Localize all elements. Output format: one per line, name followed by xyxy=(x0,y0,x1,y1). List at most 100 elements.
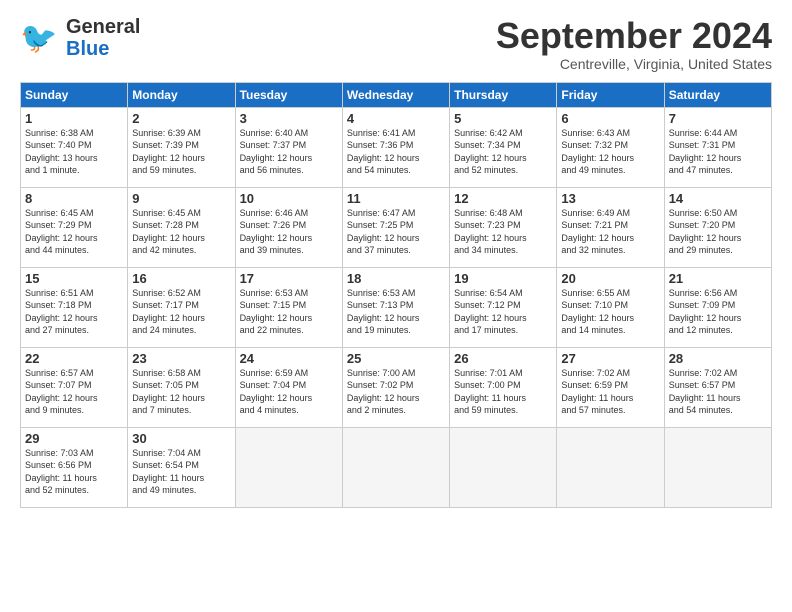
header: 🐦 General Blue September 2024 Centrevill… xyxy=(20,16,772,72)
calendar-cell: 14Sunrise: 6:50 AM Sunset: 7:20 PM Dayli… xyxy=(664,187,771,267)
day-info: Sunrise: 6:43 AM Sunset: 7:32 PM Dayligh… xyxy=(561,127,659,177)
day-number: 24 xyxy=(240,351,338,366)
calendar-cell: 4Sunrise: 6:41 AM Sunset: 7:36 PM Daylig… xyxy=(342,107,449,187)
day-number: 5 xyxy=(454,111,552,126)
day-info: Sunrise: 6:49 AM Sunset: 7:21 PM Dayligh… xyxy=(561,207,659,257)
calendar-cell: 18Sunrise: 6:53 AM Sunset: 7:13 PM Dayli… xyxy=(342,267,449,347)
day-number: 22 xyxy=(25,351,123,366)
logo-general: General xyxy=(66,16,140,38)
col-header-tuesday: Tuesday xyxy=(235,82,342,107)
day-number: 6 xyxy=(561,111,659,126)
calendar-cell: 16Sunrise: 6:52 AM Sunset: 7:17 PM Dayli… xyxy=(128,267,235,347)
day-number: 27 xyxy=(561,351,659,366)
day-number: 8 xyxy=(25,191,123,206)
calendar-cell: 19Sunrise: 6:54 AM Sunset: 7:12 PM Dayli… xyxy=(450,267,557,347)
week-row-2: 15Sunrise: 6:51 AM Sunset: 7:18 PM Dayli… xyxy=(21,267,772,347)
day-number: 11 xyxy=(347,191,445,206)
day-info: Sunrise: 7:02 AM Sunset: 6:59 PM Dayligh… xyxy=(561,367,659,417)
day-info: Sunrise: 6:53 AM Sunset: 7:15 PM Dayligh… xyxy=(240,287,338,337)
calendar-cell: 24Sunrise: 6:59 AM Sunset: 7:04 PM Dayli… xyxy=(235,347,342,427)
calendar-cell: 27Sunrise: 7:02 AM Sunset: 6:59 PM Dayli… xyxy=(557,347,664,427)
calendar-cell xyxy=(557,427,664,507)
day-info: Sunrise: 7:01 AM Sunset: 7:00 PM Dayligh… xyxy=(454,367,552,417)
calendar-cell xyxy=(664,427,771,507)
day-number: 26 xyxy=(454,351,552,366)
day-number: 19 xyxy=(454,271,552,286)
day-info: Sunrise: 6:50 AM Sunset: 7:20 PM Dayligh… xyxy=(669,207,767,257)
day-info: Sunrise: 6:47 AM Sunset: 7:25 PM Dayligh… xyxy=(347,207,445,257)
calendar-cell: 1Sunrise: 6:38 AM Sunset: 7:40 PM Daylig… xyxy=(21,107,128,187)
page-container: 🐦 General Blue September 2024 Centrevill… xyxy=(0,0,792,518)
day-number: 9 xyxy=(132,191,230,206)
day-info: Sunrise: 6:44 AM Sunset: 7:31 PM Dayligh… xyxy=(669,127,767,177)
calendar-cell: 8Sunrise: 6:45 AM Sunset: 7:29 PM Daylig… xyxy=(21,187,128,267)
day-info: Sunrise: 6:42 AM Sunset: 7:34 PM Dayligh… xyxy=(454,127,552,177)
logo-icon: 🐦 xyxy=(20,16,64,60)
day-number: 25 xyxy=(347,351,445,366)
day-number: 29 xyxy=(25,431,123,446)
day-number: 2 xyxy=(132,111,230,126)
day-info: Sunrise: 6:51 AM Sunset: 7:18 PM Dayligh… xyxy=(25,287,123,337)
calendar-cell: 6Sunrise: 6:43 AM Sunset: 7:32 PM Daylig… xyxy=(557,107,664,187)
day-info: Sunrise: 6:58 AM Sunset: 7:05 PM Dayligh… xyxy=(132,367,230,417)
col-header-sunday: Sunday xyxy=(21,82,128,107)
day-info: Sunrise: 6:55 AM Sunset: 7:10 PM Dayligh… xyxy=(561,287,659,337)
calendar-cell: 30Sunrise: 7:04 AM Sunset: 6:54 PM Dayli… xyxy=(128,427,235,507)
week-row-4: 29Sunrise: 7:03 AM Sunset: 6:56 PM Dayli… xyxy=(21,427,772,507)
day-number: 10 xyxy=(240,191,338,206)
calendar-cell: 13Sunrise: 6:49 AM Sunset: 7:21 PM Dayli… xyxy=(557,187,664,267)
day-info: Sunrise: 6:38 AM Sunset: 7:40 PM Dayligh… xyxy=(25,127,123,177)
calendar-cell: 29Sunrise: 7:03 AM Sunset: 6:56 PM Dayli… xyxy=(21,427,128,507)
calendar-cell: 2Sunrise: 6:39 AM Sunset: 7:39 PM Daylig… xyxy=(128,107,235,187)
week-row-3: 22Sunrise: 6:57 AM Sunset: 7:07 PM Dayli… xyxy=(21,347,772,427)
calendar-cell: 3Sunrise: 6:40 AM Sunset: 7:37 PM Daylig… xyxy=(235,107,342,187)
calendar-cell: 28Sunrise: 7:02 AM Sunset: 6:57 PM Dayli… xyxy=(664,347,771,427)
calendar-cell: 23Sunrise: 6:58 AM Sunset: 7:05 PM Dayli… xyxy=(128,347,235,427)
day-number: 30 xyxy=(132,431,230,446)
day-info: Sunrise: 6:48 AM Sunset: 7:23 PM Dayligh… xyxy=(454,207,552,257)
day-info: Sunrise: 6:53 AM Sunset: 7:13 PM Dayligh… xyxy=(347,287,445,337)
day-number: 20 xyxy=(561,271,659,286)
day-info: Sunrise: 7:04 AM Sunset: 6:54 PM Dayligh… xyxy=(132,447,230,497)
day-info: Sunrise: 6:52 AM Sunset: 7:17 PM Dayligh… xyxy=(132,287,230,337)
calendar-cell: 25Sunrise: 7:00 AM Sunset: 7:02 PM Dayli… xyxy=(342,347,449,427)
day-number: 13 xyxy=(561,191,659,206)
day-info: Sunrise: 6:54 AM Sunset: 7:12 PM Dayligh… xyxy=(454,287,552,337)
calendar-cell: 20Sunrise: 6:55 AM Sunset: 7:10 PM Dayli… xyxy=(557,267,664,347)
header-row: SundayMondayTuesdayWednesdayThursdayFrid… xyxy=(21,82,772,107)
day-number: 4 xyxy=(347,111,445,126)
calendar-cell: 11Sunrise: 6:47 AM Sunset: 7:25 PM Dayli… xyxy=(342,187,449,267)
day-number: 14 xyxy=(669,191,767,206)
calendar-cell: 15Sunrise: 6:51 AM Sunset: 7:18 PM Dayli… xyxy=(21,267,128,347)
col-header-monday: Monday xyxy=(128,82,235,107)
day-info: Sunrise: 6:57 AM Sunset: 7:07 PM Dayligh… xyxy=(25,367,123,417)
day-info: Sunrise: 6:56 AM Sunset: 7:09 PM Dayligh… xyxy=(669,287,767,337)
day-number: 21 xyxy=(669,271,767,286)
logo: 🐦 General Blue xyxy=(20,16,140,60)
logo-blue: Blue xyxy=(66,38,140,60)
day-info: Sunrise: 6:39 AM Sunset: 7:39 PM Dayligh… xyxy=(132,127,230,177)
day-number: 18 xyxy=(347,271,445,286)
title-block: September 2024 Centreville, Virginia, Un… xyxy=(496,16,772,72)
calendar-cell: 5Sunrise: 6:42 AM Sunset: 7:34 PM Daylig… xyxy=(450,107,557,187)
day-info: Sunrise: 6:41 AM Sunset: 7:36 PM Dayligh… xyxy=(347,127,445,177)
day-info: Sunrise: 6:45 AM Sunset: 7:28 PM Dayligh… xyxy=(132,207,230,257)
calendar-cell xyxy=(235,427,342,507)
week-row-1: 8Sunrise: 6:45 AM Sunset: 7:29 PM Daylig… xyxy=(21,187,772,267)
calendar-cell xyxy=(342,427,449,507)
calendar-cell: 10Sunrise: 6:46 AM Sunset: 7:26 PM Dayli… xyxy=(235,187,342,267)
col-header-saturday: Saturday xyxy=(664,82,771,107)
calendar-cell: 26Sunrise: 7:01 AM Sunset: 7:00 PM Dayli… xyxy=(450,347,557,427)
location: Centreville, Virginia, United States xyxy=(496,56,772,72)
calendar-cell: 21Sunrise: 6:56 AM Sunset: 7:09 PM Dayli… xyxy=(664,267,771,347)
day-number: 1 xyxy=(25,111,123,126)
col-header-friday: Friday xyxy=(557,82,664,107)
calendar-cell: 12Sunrise: 6:48 AM Sunset: 7:23 PM Dayli… xyxy=(450,187,557,267)
calendar-table: SundayMondayTuesdayWednesdayThursdayFrid… xyxy=(20,82,772,508)
day-number: 16 xyxy=(132,271,230,286)
svg-text:🐦: 🐦 xyxy=(20,22,57,55)
day-number: 23 xyxy=(132,351,230,366)
day-number: 12 xyxy=(454,191,552,206)
day-number: 3 xyxy=(240,111,338,126)
day-number: 17 xyxy=(240,271,338,286)
